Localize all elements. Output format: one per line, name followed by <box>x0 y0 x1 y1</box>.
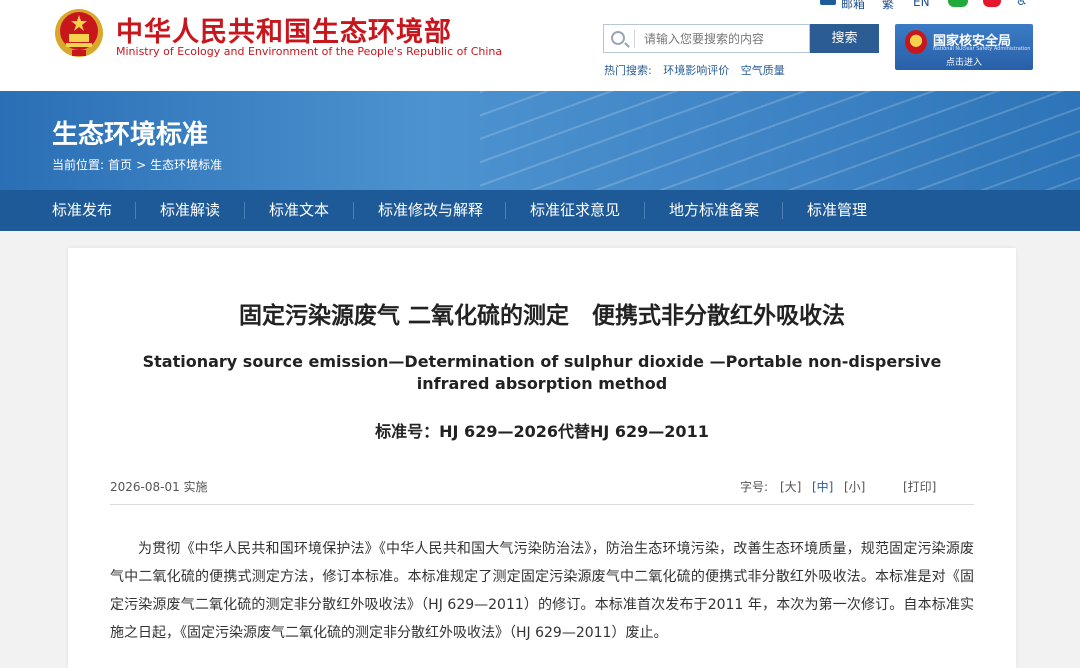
hot-search: 热门搜索: 环境影响评价 空气质量 <box>604 62 793 78</box>
search-divider <box>634 30 635 48</box>
site-subtitle: Ministry of Ecology and Environment of t… <box>116 45 503 58</box>
search-box <box>603 24 810 53</box>
mail-link[interactable]: 邮箱 <box>841 0 865 12</box>
nav-item-standard-revision[interactable]: 标准修改与解释 <box>378 190 483 231</box>
nav-divider <box>782 202 783 219</box>
search-icon <box>611 31 625 45</box>
article-title: 固定污染源废气 二氧化硫的测定 便携式非分散红外吸收法 <box>238 303 845 329</box>
banner-decoration <box>480 91 1080 190</box>
nnsa-enter-label: 点击进入 <box>945 58 982 68</box>
main-nav: 标准发布 标准解读 标准文本 标准修改与解释 标准征求意见 地方标准备案 标准管… <box>0 190 1080 231</box>
national-emblem-icon[interactable] <box>54 6 104 60</box>
font-size-label: 字号: <box>740 480 769 494</box>
breadcrumb-label: 当前位置: <box>52 158 105 172</box>
accessibility-icon[interactable]: ♿ <box>1016 0 1032 8</box>
nav-divider <box>135 202 136 219</box>
nav-item-standard-release[interactable]: 标准发布 <box>52 190 112 231</box>
site-header: 中华人民共和国生态环境部 Ministry of Ecology and Env… <box>0 0 1080 91</box>
search-input[interactable] <box>644 28 804 49</box>
font-size-medium-button[interactable]: [中] <box>812 478 833 495</box>
article-card: 固定污染源废气 二氧化硫的测定 便携式非分散红外吸收法 Stationary s… <box>68 248 1016 668</box>
mail-icon[interactable] <box>820 0 836 5</box>
nnsa-subtitle: National Nuclear Safety Administration <box>933 46 1031 52</box>
breadcrumb: 当前位置: 首页 > 生态环境标准 <box>52 156 226 173</box>
meta-divider <box>110 504 974 505</box>
nav-divider <box>353 202 354 219</box>
wechat-icon[interactable] <box>948 0 968 7</box>
article-english-title: Stationary source emission—Determination… <box>142 352 942 393</box>
nav-item-standard-text[interactable]: 标准文本 <box>269 190 329 231</box>
search-button[interactable]: 搜索 <box>810 24 879 53</box>
section-banner: 生态环境标准 当前位置: 首页 > 生态环境标准 <box>0 91 1080 190</box>
nav-item-local-standard-filing[interactable]: 地方标准备案 <box>669 190 759 231</box>
nav-item-standard-management[interactable]: 标准管理 <box>807 190 867 231</box>
nnsa-banner-link[interactable]: 国家核安全局 National Nuclear Safety Administr… <box>895 24 1033 70</box>
font-size-large-button[interactable]: [大] <box>780 478 801 495</box>
breadcrumb-separator: > <box>136 158 147 172</box>
nav-item-standard-consultation[interactable]: 标准征求意见 <box>530 190 620 231</box>
font-size-small-button[interactable]: [小] <box>844 478 865 495</box>
hot-search-item[interactable]: 环境影响评价 <box>663 64 729 77</box>
nav-divider <box>644 202 645 219</box>
nav-divider <box>244 202 245 219</box>
site-title[interactable]: 中华人民共和国生态环境部 <box>116 10 452 49</box>
hot-search-label: 热门搜索: <box>604 64 652 77</box>
page-title: 生态环境标准 <box>52 120 209 150</box>
nav-item-standard-interpretation[interactable]: 标准解读 <box>160 190 220 231</box>
print-button[interactable]: [打印] <box>903 478 936 495</box>
breadcrumb-current[interactable]: 生态环境标准 <box>150 158 222 172</box>
weibo-icon[interactable] <box>983 0 1001 7</box>
nnsa-emblem-icon <box>905 30 927 54</box>
breadcrumb-home[interactable]: 首页 <box>108 158 132 172</box>
traditional-chinese-link[interactable]: 繁 <box>882 0 894 12</box>
standard-number: 标准号：HJ 629—2026代替HJ 629—2011 <box>375 422 709 441</box>
nav-divider <box>505 202 506 219</box>
hot-search-item[interactable]: 空气质量 <box>741 64 785 77</box>
english-link[interactable]: EN <box>913 0 930 9</box>
article-body: 为贯彻《中华人民共和国环境保护法》《中华人民共和国大气污染防治法》，防治生态环境… <box>110 541 974 641</box>
effective-date: 2026-08-01 实施 <box>110 480 208 494</box>
